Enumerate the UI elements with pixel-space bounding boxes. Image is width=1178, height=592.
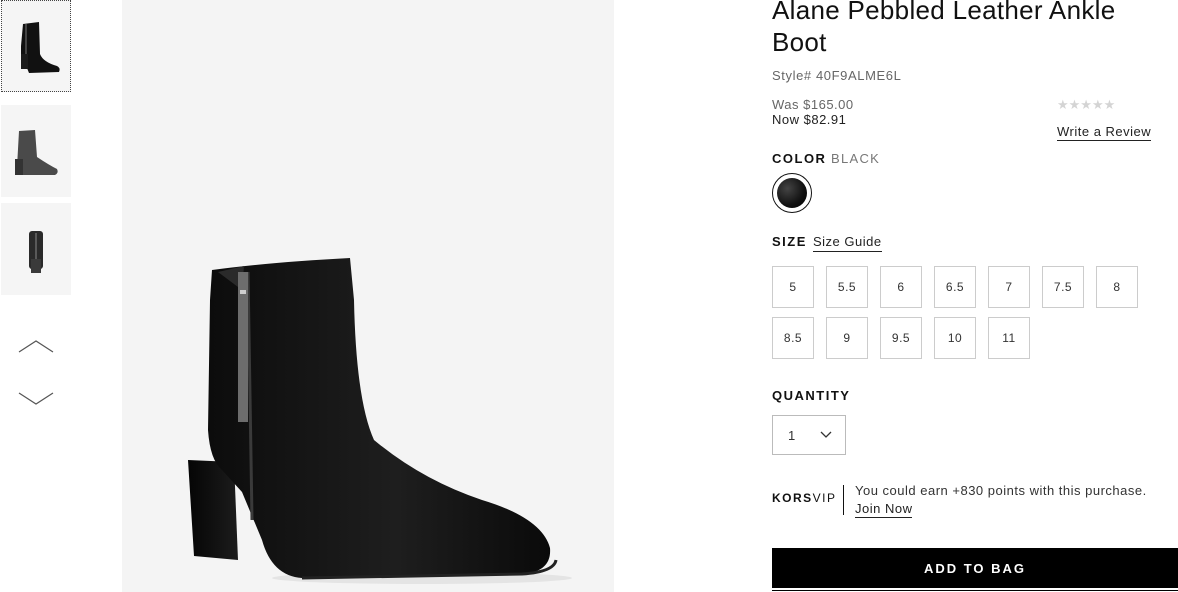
korsvip-brand-bold: KORS xyxy=(772,491,813,505)
price-was: Was $165.00 xyxy=(772,97,854,112)
korsvip-logo: KORSVIP xyxy=(772,491,837,505)
rating-stars[interactable]: ★★★★★ xyxy=(1057,97,1115,113)
quantity-label: QUANTITY xyxy=(772,388,851,403)
vip-points-message: You could earn +830 points with this pur… xyxy=(855,483,1147,498)
size-option[interactable]: 9.5 xyxy=(880,317,922,359)
price-now: Now $82.91 xyxy=(772,112,847,127)
size-option[interactable]: 9 xyxy=(826,317,868,359)
size-option[interactable]: 8.5 xyxy=(772,317,814,359)
korsvip-brand-rest: VIP xyxy=(812,491,837,505)
add-to-bag-button[interactable]: ADD TO BAG xyxy=(772,548,1178,588)
size-option[interactable]: 11 xyxy=(988,317,1030,359)
chevron-down-icon xyxy=(820,431,832,438)
size-option[interactable]: 8 xyxy=(1096,266,1138,308)
size-option[interactable]: 7.5 xyxy=(1042,266,1084,308)
size-option[interactable]: 7 xyxy=(988,266,1030,308)
quantity-select[interactable]: 1 xyxy=(772,415,846,455)
color-label: COLOR xyxy=(772,151,827,166)
product-title: Alane Pebbled Leather Ankle Boot xyxy=(772,0,1116,57)
gallery-next-button[interactable] xyxy=(18,388,54,408)
boot-thumbnail-image xyxy=(29,231,43,273)
size-option[interactable]: 5 xyxy=(772,266,814,308)
write-review-link[interactable]: Write a Review xyxy=(1057,124,1152,141)
size-label: SIZE xyxy=(772,234,807,249)
boot-thumbnail-image xyxy=(21,22,60,73)
boot-thumbnail-image xyxy=(15,130,58,175)
ankle-boot-image xyxy=(188,258,572,584)
size-guide-link[interactable]: Size Guide xyxy=(813,234,882,252)
chevron-down-icon xyxy=(18,392,54,405)
size-option[interactable]: 6 xyxy=(880,266,922,308)
thumbnail-front-view[interactable] xyxy=(1,105,71,197)
color-value: BLACK xyxy=(831,151,881,166)
color-swatch-black[interactable] xyxy=(772,173,812,213)
size-option[interactable]: 6.5 xyxy=(934,266,976,308)
vip-join-link[interactable]: Join Now xyxy=(855,501,913,518)
size-option[interactable]: 5.5 xyxy=(826,266,868,308)
chevron-up-icon xyxy=(18,340,54,353)
main-product-image[interactable] xyxy=(122,0,614,592)
thumbnail-side-view[interactable] xyxy=(1,0,71,92)
gallery-prev-button[interactable] xyxy=(18,336,54,356)
size-option[interactable]: 10 xyxy=(934,317,976,359)
vip-divider xyxy=(843,485,844,515)
swatch-fill xyxy=(777,178,807,208)
quantity-value: 1 xyxy=(788,428,796,443)
add-to-bag-underline xyxy=(772,590,1178,591)
style-number: Style# 40F9ALME6L xyxy=(772,68,902,83)
thumbnail-back-view[interactable] xyxy=(1,203,71,295)
product-details-panel: Alane Pebbled Leather Ankle Boot Style# … xyxy=(772,0,1178,592)
